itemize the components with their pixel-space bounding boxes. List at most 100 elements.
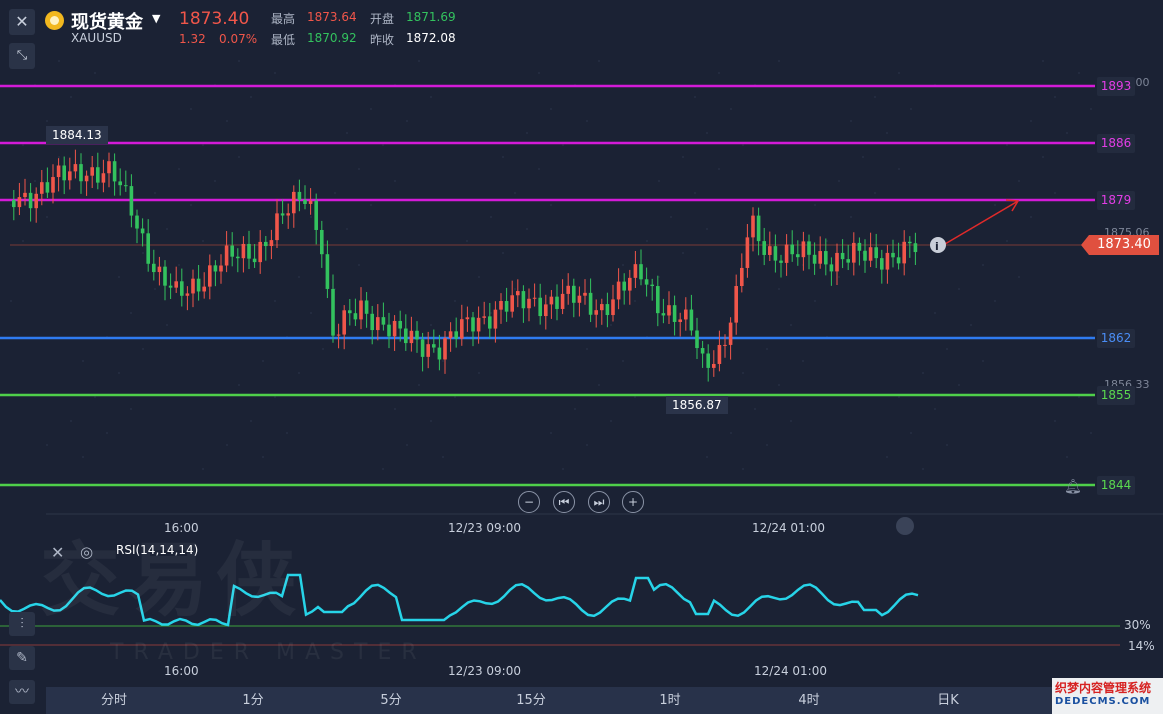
candle: [728, 322, 733, 345]
candle: [717, 345, 722, 364]
candle: [152, 263, 156, 273]
price-change: 1.32: [179, 32, 206, 46]
tab-1min[interactable]: 1分: [218, 687, 288, 714]
rsi-label: RSI(14,14,14): [116, 543, 199, 557]
candle: [611, 299, 615, 316]
zoom-out-button[interactable]: −: [518, 491, 540, 513]
indicator-icon[interactable]: 〰: [9, 680, 35, 704]
candle: [560, 293, 565, 309]
level-tag-1886[interactable]: 1886: [1097, 134, 1135, 153]
tab-4hour[interactable]: 4时: [774, 687, 844, 714]
level-tag-1893[interactable]: 1893: [1097, 77, 1135, 96]
time-axis-label: 12/23 09:00: [448, 521, 521, 535]
candle: [779, 260, 783, 263]
tab-daily[interactable]: 日K: [913, 687, 983, 714]
bell-icon[interactable]: 🔔︎: [1064, 479, 1082, 495]
candle: [684, 309, 688, 320]
candle: [196, 278, 201, 292]
candle: [908, 241, 912, 244]
high-label: 最高: [271, 12, 296, 26]
candle: [857, 242, 862, 251]
candle: [745, 237, 750, 268]
chevron-down-icon[interactable]: ▼: [152, 12, 160, 25]
tab-15min[interactable]: 15分: [496, 687, 566, 714]
candle: [336, 334, 341, 336]
price-change-percent: 0.07%: [219, 32, 258, 46]
candle: [219, 265, 223, 272]
pencil-icon[interactable]: ✎: [9, 646, 35, 670]
close-icon[interactable]: ✕: [9, 9, 35, 35]
close-indicator-icon[interactable]: ✕: [51, 543, 64, 562]
candle: [124, 185, 128, 187]
candle: [885, 252, 890, 270]
open-value: 1871.69: [406, 10, 456, 24]
candle: [247, 243, 251, 259]
candle: [297, 191, 302, 200]
watermark-subtext: TRADER MASTER: [110, 640, 427, 665]
candle: [68, 171, 72, 181]
candle: [622, 281, 626, 291]
candle: [40, 182, 44, 194]
candle: [588, 292, 593, 315]
candle: [644, 279, 649, 285]
tab-fenshi[interactable]: 分时: [79, 687, 149, 714]
candle: [448, 331, 453, 339]
candle: [180, 281, 184, 296]
candle: [45, 182, 50, 193]
candle: [600, 304, 604, 311]
candle: [392, 320, 397, 337]
candle: [376, 317, 380, 331]
candle: [185, 293, 190, 296]
settings-icon[interactable]: ◎: [80, 543, 93, 561]
candle: [896, 257, 901, 264]
low-label: 最低: [271, 33, 296, 47]
candle: [661, 313, 666, 316]
candle: [409, 330, 414, 344]
candle: [605, 304, 610, 316]
candle: [359, 300, 363, 320]
level-tag-1855[interactable]: 1855: [1097, 386, 1135, 405]
candle: [465, 317, 470, 320]
candle: [516, 291, 520, 296]
record-icon[interactable]: [896, 517, 914, 535]
time-axis-label: 12/24 01:00: [754, 664, 827, 678]
candle: [555, 296, 559, 309]
step-forward-button[interactable]: ⏭: [588, 491, 610, 513]
candle: [230, 245, 234, 257]
candle: [801, 241, 806, 258]
candle: [734, 286, 738, 323]
candle: [96, 167, 100, 183]
candlestick-tool-icon[interactable]: ⫶: [9, 612, 35, 636]
candle: [527, 298, 531, 309]
candle: [667, 305, 671, 316]
candle: [135, 215, 139, 229]
candle: [549, 296, 554, 305]
candle: [695, 330, 699, 349]
candle: [28, 192, 33, 209]
candle: [824, 251, 828, 265]
candle: [835, 252, 839, 272]
low-marker: 1856.87: [666, 396, 728, 414]
candle: [73, 164, 78, 172]
candle: [572, 285, 576, 303]
rsi-level-label: 14%: [1128, 639, 1155, 653]
level-tag-1844[interactable]: 1844: [1097, 476, 1135, 495]
candle: [504, 300, 509, 312]
candle: [303, 199, 307, 204]
collapse-icon[interactable]: ⤡: [9, 43, 35, 69]
candle: [762, 241, 766, 255]
tab-5min[interactable]: 5分: [356, 687, 426, 714]
step-back-button[interactable]: ⏮: [553, 491, 575, 513]
candle: [241, 243, 246, 259]
level-tag-1879[interactable]: 1879: [1097, 191, 1135, 210]
candle: [712, 363, 716, 368]
candle: [325, 254, 330, 289]
tab-1hour[interactable]: 1时: [635, 687, 705, 714]
zoom-in-button[interactable]: +: [622, 491, 644, 513]
candle: [280, 213, 285, 216]
candle: [236, 256, 240, 259]
candle: [796, 254, 800, 258]
candle: [628, 277, 632, 291]
candle: [902, 241, 906, 264]
level-tag-1862[interactable]: 1862: [1097, 329, 1135, 348]
